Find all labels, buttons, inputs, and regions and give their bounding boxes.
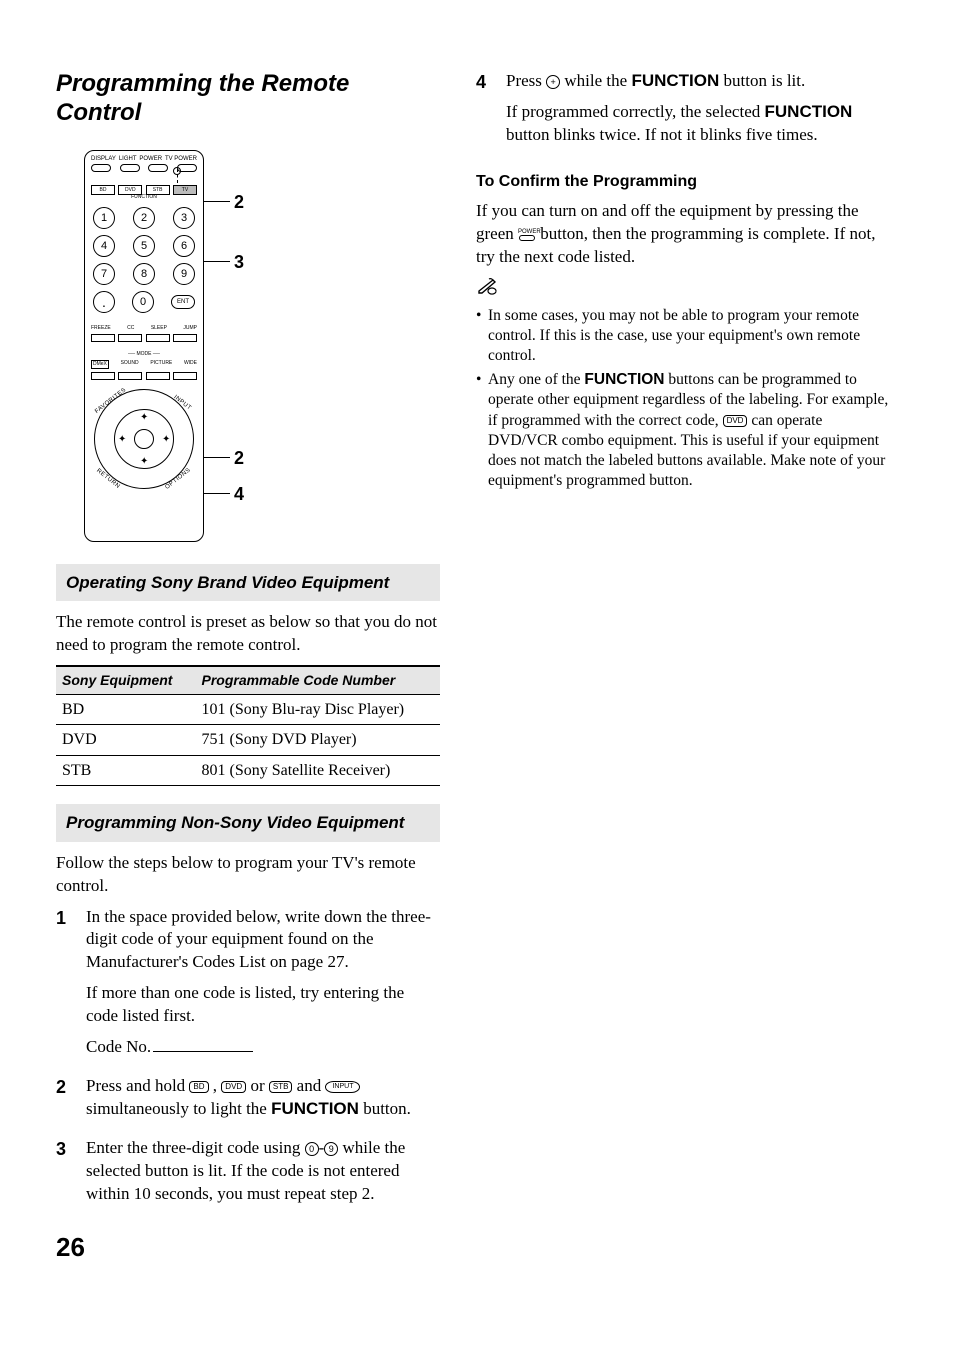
callout-number: 3 <box>234 250 244 274</box>
input-icon: INPUT <box>325 1081 360 1093</box>
mode-label: MODE <box>137 351 152 357</box>
stb-icon: STB <box>269 1081 293 1093</box>
step-number: 1 <box>56 906 86 1068</box>
step-text: In the space provided below, write down … <box>86 906 440 975</box>
code-blank <box>153 1051 253 1052</box>
diagram-button <box>91 334 115 342</box>
diagram-label: DMeX <box>91 360 109 369</box>
step-text: Press and hold BD , DVD or STB and INPUT… <box>86 1075 440 1121</box>
diagram-label: CC <box>127 325 134 332</box>
table-header: Programmable Code Number <box>195 666 440 694</box>
table-cell: 801 (Sony Satellite Receiver) <box>195 755 440 786</box>
bd-icon: BD <box>189 1081 208 1093</box>
body-text: If you can turn on and off the equipment… <box>476 200 894 269</box>
numpad-key: . <box>93 291 115 313</box>
numpad-key: 0 <box>132 291 154 313</box>
plus-icon: + <box>546 75 560 89</box>
step-text: Code No. <box>86 1036 440 1059</box>
subsection-heading: To Confirm the Programming <box>476 171 894 193</box>
codes-table: Sony Equipment Programmable Code Number … <box>56 665 440 787</box>
diagram-label: SOUND <box>121 360 139 369</box>
diagram-label: FREEZE <box>91 325 111 332</box>
nav-center-button <box>134 429 154 449</box>
table-cell: DVD <box>56 725 195 756</box>
table-row: STB 801 (Sony Satellite Receiver) <box>56 755 440 786</box>
step-text: If more than one code is listed, try ent… <box>86 982 440 1028</box>
table-row: BD 101 (Sony Blu-ray Disc Player) <box>56 694 440 725</box>
step-number: 4 <box>476 70 506 155</box>
section-heading: Operating Sony Brand Video Equipment <box>56 564 440 601</box>
digit-zero-icon: 0 <box>305 1142 319 1156</box>
numpad-key: 7 <box>93 263 115 285</box>
function-label: FUNCTION <box>85 194 203 201</box>
diagram-button <box>173 372 197 380</box>
ent-button: ENT <box>171 295 195 309</box>
step-number: 2 <box>56 1075 86 1129</box>
step-text: Press + while the FUNCTION button is lit… <box>506 70 894 93</box>
callout-number: 2 <box>234 446 244 470</box>
diagram-label: SLEEP <box>151 325 167 332</box>
step-text: Enter the three-digit code using 0-9 whi… <box>86 1137 440 1206</box>
step-item: 4 Press + while the FUNCTION button is l… <box>476 70 894 155</box>
numpad-key: 6 <box>173 235 195 257</box>
diagram-button <box>148 164 168 172</box>
numpad-key: 2 <box>133 207 155 229</box>
diagram-button <box>91 372 115 380</box>
section-heading: Programming Non-Sony Video Equipment <box>56 804 440 841</box>
table-cell: BD <box>56 694 195 725</box>
digit-nine-icon: 9 <box>324 1142 338 1156</box>
diagram-button <box>118 334 142 342</box>
remote-diagram: DISPLAY LIGHT POWER TV POWER FUNCTION BD… <box>56 146 256 546</box>
step-item: 3 Enter the three-digit code using 0-9 w… <box>56 1137 440 1214</box>
table-cell: 101 (Sony Blu-ray Disc Player) <box>195 694 440 725</box>
diagram-button <box>146 334 170 342</box>
table-cell: STB <box>56 755 195 786</box>
numpad-key: 9 <box>173 263 195 285</box>
table-cell: 751 (Sony DVD Player) <box>195 725 440 756</box>
step-number: 3 <box>56 1137 86 1214</box>
page-title: Programming the Remote Control <box>56 70 440 128</box>
power-button-icon: POWER <box>518 229 536 241</box>
numpad-key: 5 <box>133 235 155 257</box>
numpad-key: 8 <box>133 263 155 285</box>
diagram-button <box>173 334 197 342</box>
body-text: The remote control is preset as below so… <box>56 611 440 657</box>
step-item: 2 Press and hold BD , DVD or STB and INP… <box>56 1075 440 1129</box>
diagram-button <box>120 164 140 172</box>
table-header: Sony Equipment <box>56 666 195 694</box>
step-item: 1 In the space provided below, write dow… <box>56 906 440 1068</box>
diagram-label: LIGHT <box>119 155 137 163</box>
diagram-label: TV POWER <box>165 155 197 163</box>
numpad-key: 3 <box>173 207 195 229</box>
diagram-label: JUMP <box>183 325 197 332</box>
diagram-button <box>146 372 170 380</box>
diagram-button <box>118 372 142 380</box>
dvd-icon: DVD <box>723 415 748 427</box>
note-icon <box>476 277 894 302</box>
callout-number: 2 <box>234 190 244 214</box>
diagram-button <box>91 164 111 172</box>
dvd-icon: DVD <box>221 1081 246 1093</box>
numpad-key: 4 <box>93 235 115 257</box>
note-item: In some cases, you may not be able to pr… <box>476 306 894 366</box>
table-row: DVD 751 (Sony DVD Player) <box>56 725 440 756</box>
step-text: If programmed correctly, the selected FU… <box>506 101 894 147</box>
diagram-label: DISPLAY <box>91 155 116 163</box>
callout-number: 4 <box>234 482 244 506</box>
diagram-label: POWER <box>139 155 162 163</box>
diagram-label: PICTURE <box>150 360 172 369</box>
page-number: 26 <box>56 1230 440 1265</box>
note-item: Any one of the FUNCTION buttons can be p… <box>476 370 894 491</box>
numpad-key: 1 <box>93 207 115 229</box>
diagram-label: WIDE <box>184 360 197 369</box>
body-text: Follow the steps below to program your T… <box>56 852 440 898</box>
